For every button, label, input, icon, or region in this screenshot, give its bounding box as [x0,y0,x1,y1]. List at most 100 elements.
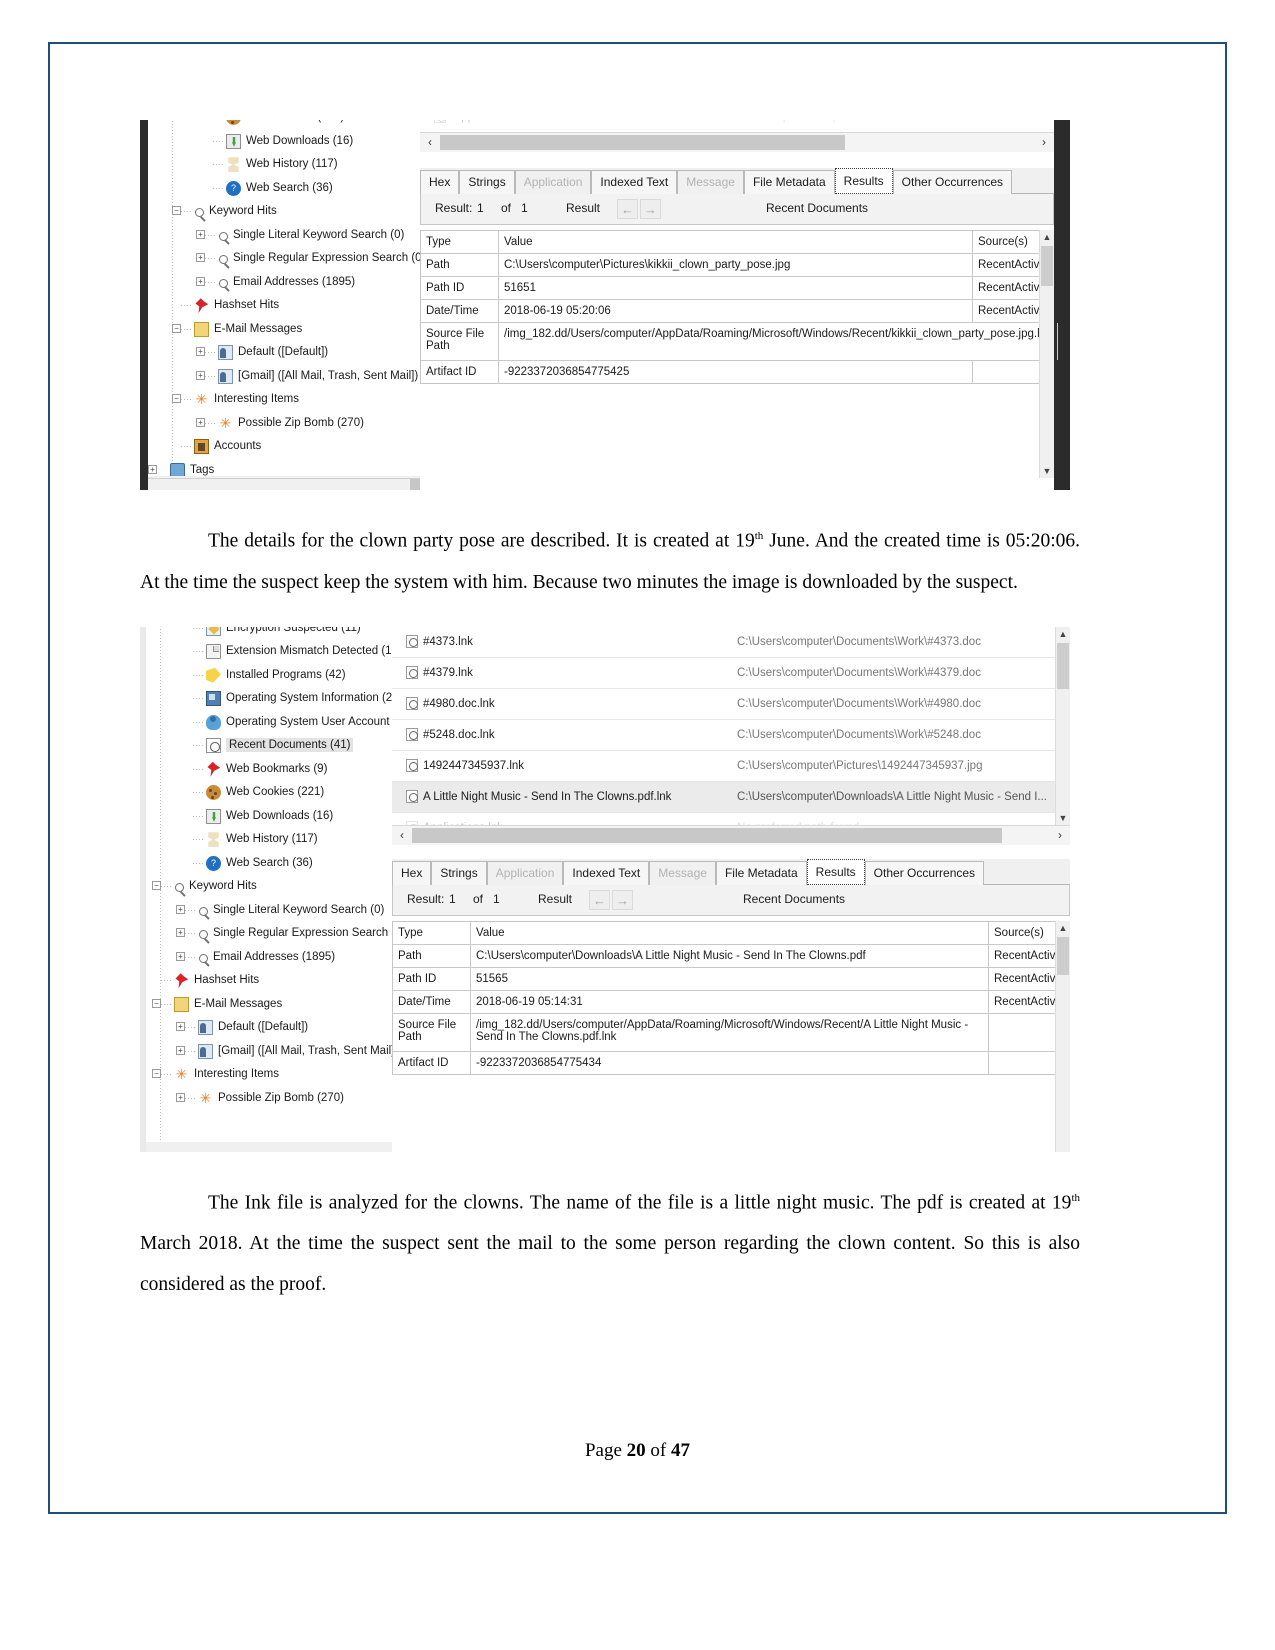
tree-item-single-regular-expression-search-0[interactable]: + ···· Single Regular Expression Search (0… [148,247,420,271]
expand-icon[interactable]: + [148,464,157,474]
tree-item-interesting-items[interactable]: − ···· ✳ Interesting Items [146,1063,392,1087]
tree-item-single-literal-keyword-search-0[interactable]: + ···· Single Literal Keyword Search (0) [146,899,392,923]
screenshot2-results-scrollbar[interactable]: ▲ [1055,920,1070,1152]
tab-hex[interactable]: Hex [420,170,460,194]
tree-item-gmail-all-mail-trash-sent-mail[interactable]: + ···· [Gmail] ([All Mail, Trash, Sent Mai… [148,365,420,389]
tab-file-metadata[interactable]: File Metadata [715,860,807,885]
tree-item-email-addresses-1895[interactable]: + ···· Email Addresses (1895) [148,271,420,295]
tree-item-recent-documents-41[interactable]: ···· Recent Documents (41) [146,734,392,758]
scroll-thumb[interactable] [440,135,845,150]
scroll-up-icon[interactable]: ▲ [1056,627,1070,641]
table-row[interactable]: Path C:\Users\computer\Pictures\kikkii_cl… [421,254,1053,277]
scroll-left-icon[interactable]: ‹ [422,133,438,152]
tree-item-tags[interactable]: + Tags [148,459,420,476]
scroll-thumb-vertical[interactable] [1057,642,1069,689]
file-row[interactable]: A Little Night Music - Send In The Clown… [392,781,1070,813]
table-row[interactable]: Path ID 51565 RecentActivit [393,967,1069,991]
file-row[interactable]: 1492447345937.lnk C:\Users\computer\Pictu… [392,751,1070,782]
tab-results[interactable]: Results [806,858,865,885]
column-header[interactable]: Type [393,921,471,944]
screenshot2-tree-panel[interactable]: ···· Encryption Suspected (11) ···· Extensi… [146,626,392,1142]
tree-item-accounts[interactable]: ···· Accounts [148,435,420,459]
tab-strings[interactable]: Strings [431,860,487,885]
tree-item-web-cookies-221[interactable]: ···· Web Cookies (221) [148,120,420,130]
table-row[interactable]: Date/Time 2018-06-19 05:14:31 RecentActivi… [393,990,1069,1014]
scroll-thumb-vertical[interactable] [1057,936,1069,975]
screenshot2-file-list-scrollbar[interactable]: ▲ ▼ [1055,626,1070,825]
tree-item-web-history-117[interactable]: ···· Web History (117) [148,153,420,177]
tree-item-operating-system-user-account-4[interactable]: ···· Operating System User Account (4) [146,711,392,735]
table-row[interactable]: Path ID 51651 RecentActivit [421,277,1053,300]
tree-item-gmail-all-mail-trash-sent-mail[interactable]: + ···· [Gmail] ([All Mail, Trash, Sent Mai… [146,1040,392,1064]
tree-item-web-downloads-16[interactable]: ···· Web Downloads (16) [148,130,420,154]
tree-item-e-mail-messages[interactable]: − ···· E-Mail Messages [146,993,392,1017]
screenshot2-file-list[interactable]: #4373.lnk C:\Users\computer\Documents\Wor… [392,627,1070,839]
tab-file-metadata[interactable]: File Metadata [743,170,835,194]
file-row[interactable]: #4373.lnk C:\Users\computer\Documents\Wor… [392,627,1070,658]
file-row[interactable]: #4379.lnk C:\Users\computer\Documents\Wor… [392,658,1070,689]
tab-indexed-text[interactable]: Indexed Text [563,860,650,885]
tab-strings[interactable]: Strings [459,170,515,194]
screenshot1-tree-scrollbar[interactable] [148,478,420,490]
scroll-up-icon[interactable]: ▲ [1040,230,1054,244]
column-header[interactable]: Type [421,231,499,253]
tree-item-hashset-hits[interactable]: ···· Hashset Hits [146,969,392,993]
table-row[interactable]: Source File Path/img_182.dd/Users/comput… [421,323,1058,361]
previous-result-button[interactable]: ← [589,889,610,910]
next-result-button[interactable]: → [612,889,633,910]
tree-item-default-default[interactable]: + ···· Default ([Default]) [148,341,420,365]
scroll-down-icon[interactable]: ▼ [1040,464,1054,478]
tree-item-web-bookmarks-9[interactable]: ···· Web Bookmarks (9) [146,758,392,782]
tree-item-keyword-hits[interactable]: − ···· Keyword Hits [148,200,420,224]
tree-item-keyword-hits[interactable]: − ···· Keyword Hits [146,875,392,899]
tree-item-e-mail-messages[interactable]: − ···· E-Mail Messages [148,318,420,342]
file-row-partial[interactable]: Applications.lnk No preferred path found [420,120,1054,130]
scroll-right-icon[interactable]: › [1052,826,1068,845]
tree-item-extension-mismatch-detected-103[interactable]: ···· Extension Mismatch Detected (103) [146,640,392,664]
screenshot2-horizontal-scrollbar[interactable]: ‹ › [392,824,1070,845]
scroll-down-icon[interactable]: ▼ [1056,811,1070,825]
tree-item-possible-zip-bomb-270[interactable]: + ···· ✳ Possible Zip Bomb (270) [148,412,420,436]
tree-item-possible-zip-bomb-270[interactable]: + ···· ✳ Possible Zip Bomb (270) [146,1087,392,1111]
tree-item-single-literal-keyword-search-0[interactable]: + ···· Single Literal Keyword Search (0) [148,224,420,248]
tree-item-operating-system-information-2[interactable]: ···· Operating System Information (2) [146,687,392,711]
screenshot1-horizontal-scrollbar[interactable]: ‹ › [420,132,1054,152]
table-row[interactable]: Artifact ID -9223372036854775425 [421,361,1053,383]
tree-item-web-search-36[interactable]: ····? Web Search (36) [146,852,392,876]
scroll-up-icon[interactable]: ▲ [1056,921,1070,935]
column-header[interactable]: Value [499,231,973,253]
table-row[interactable]: Source File Path/img_182.dd/Users/comput… [393,1013,1069,1052]
tree-item-single-regular-expression-search-0[interactable]: + ···· Single Regular Expression Search (0… [146,922,392,946]
scroll-left-icon[interactable]: ‹ [394,826,410,845]
scroll-right-icon[interactable]: › [1036,133,1052,152]
scroll-thumb[interactable] [412,827,1002,843]
table-row[interactable]: Path C:\Users\computer\Downloads\A Little… [393,944,1069,968]
table-row[interactable]: Artifact ID -9223372036854775434 [393,1051,1069,1074]
tree-item-hashset-hits[interactable]: ···· Hashset Hits [148,294,420,318]
tree-item-installed-programs-42[interactable]: ···· Installed Programs (42) [146,664,392,688]
tab-other-occurrences[interactable]: Other Occurrences [892,170,1013,194]
screenshot1-tree-panel[interactable]: ···· Web Cookies (221) ···· Web Downloads (… [148,120,420,476]
tree-item-encryption-suspected-11[interactable]: ···· Encryption Suspected (11) [146,626,392,641]
file-row[interactable]: #5248.doc.lnk C:\Users\computer\Documents… [392,720,1070,751]
file-row[interactable]: #4980.doc.lnk C:\Users\computer\Documents… [392,689,1070,720]
column-header[interactable]: Value [471,921,989,944]
tab-hex[interactable]: Hex [392,860,432,885]
tree-item-web-search-36[interactable]: ····? Web Search (36) [148,177,420,201]
screenshot1-tab-bar[interactable]: Hex Strings Application Indexed Text Message… [420,168,1054,194]
tree-item-web-history-117[interactable]: ···· Web History (117) [146,828,392,852]
scroll-thumb-vertical[interactable] [1041,246,1053,286]
screenshot1-vertical-scrollbar[interactable]: ▲ ▼ [1039,230,1054,478]
tab-other-occurrences[interactable]: Other Occurrences [864,860,985,885]
screenshot2-tab-bar[interactable]: Hex Strings Application Indexed Text Message… [392,858,1070,885]
next-result-button[interactable]: → [640,199,661,219]
tree-item-email-addresses-1895[interactable]: + ···· Email Addresses (1895) [146,946,392,970]
table-row[interactable]: Date/Time 2018-06-19 05:20:06 RecentActivi… [421,300,1053,323]
tree-item-default-default[interactable]: + ···· Default ([Default]) [146,1016,392,1040]
previous-result-button[interactable]: ← [617,199,638,219]
tab-results[interactable]: Results [834,168,893,194]
tab-indexed-text[interactable]: Indexed Text [591,170,678,194]
tree-item-interesting-items[interactable]: − ···· ✳ Interesting Items [148,388,420,412]
tree-item-web-downloads-16[interactable]: ···· Web Downloads (16) [146,805,392,829]
tree-item-web-cookies-221[interactable]: ···· Web Cookies (221) [146,781,392,805]
